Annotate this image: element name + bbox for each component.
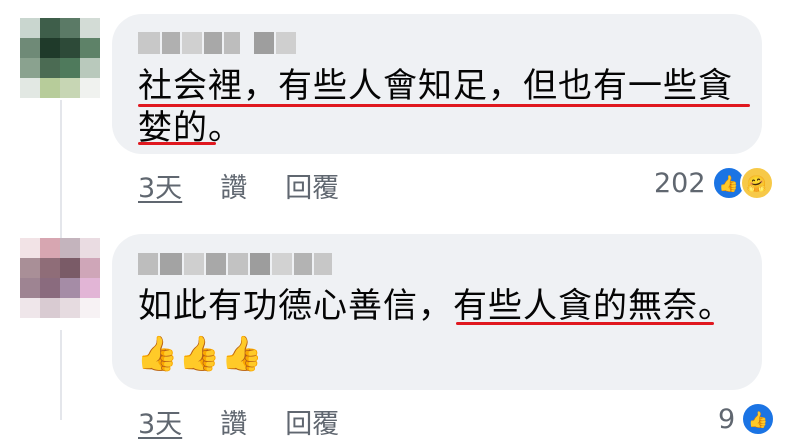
reply-button[interactable]: 回覆 (285, 166, 339, 205)
highlight-underline (456, 322, 714, 325)
reaction-count: 9 (718, 403, 736, 435)
reply-button[interactable]: 回覆 (285, 402, 339, 441)
thread-line (60, 330, 62, 420)
like-icon: 👍 (741, 402, 776, 436)
comment-text-part: 如此有功德心善信， (138, 286, 453, 326)
commenter-name-blurred[interactable] (138, 253, 332, 275)
reaction-summary[interactable]: 9 👍 (718, 402, 776, 436)
comment-text-highlighted: 有些人貪的無奈 (453, 286, 698, 326)
avatar[interactable] (20, 238, 100, 318)
like-button[interactable]: 讚 (220, 402, 247, 441)
comment-text-part: 。 (698, 286, 733, 326)
reaction-summary[interactable]: 202 👍 🤗 (654, 166, 774, 200)
comment-actions: 3天 讚 回覆 (138, 402, 377, 441)
comment-time-link[interactable]: 3天 (138, 166, 182, 205)
thread-line (60, 100, 62, 240)
highlight-underline (138, 142, 216, 145)
comment-time-link[interactable]: 3天 (138, 402, 182, 441)
commenter-name-blurred[interactable] (138, 32, 296, 54)
like-button[interactable]: 讚 (220, 166, 247, 205)
avatar[interactable] (20, 18, 100, 98)
comment-actions: 3天 讚 回覆 (138, 166, 377, 205)
thumbs-up-emoji-group: 👍👍👍 (136, 334, 264, 374)
care-icon: 🤗 (739, 166, 774, 200)
comment-text-line1: 社会裡，有些人會知足，但也有一些貪 (138, 66, 733, 106)
reaction-count: 202 (654, 167, 706, 199)
